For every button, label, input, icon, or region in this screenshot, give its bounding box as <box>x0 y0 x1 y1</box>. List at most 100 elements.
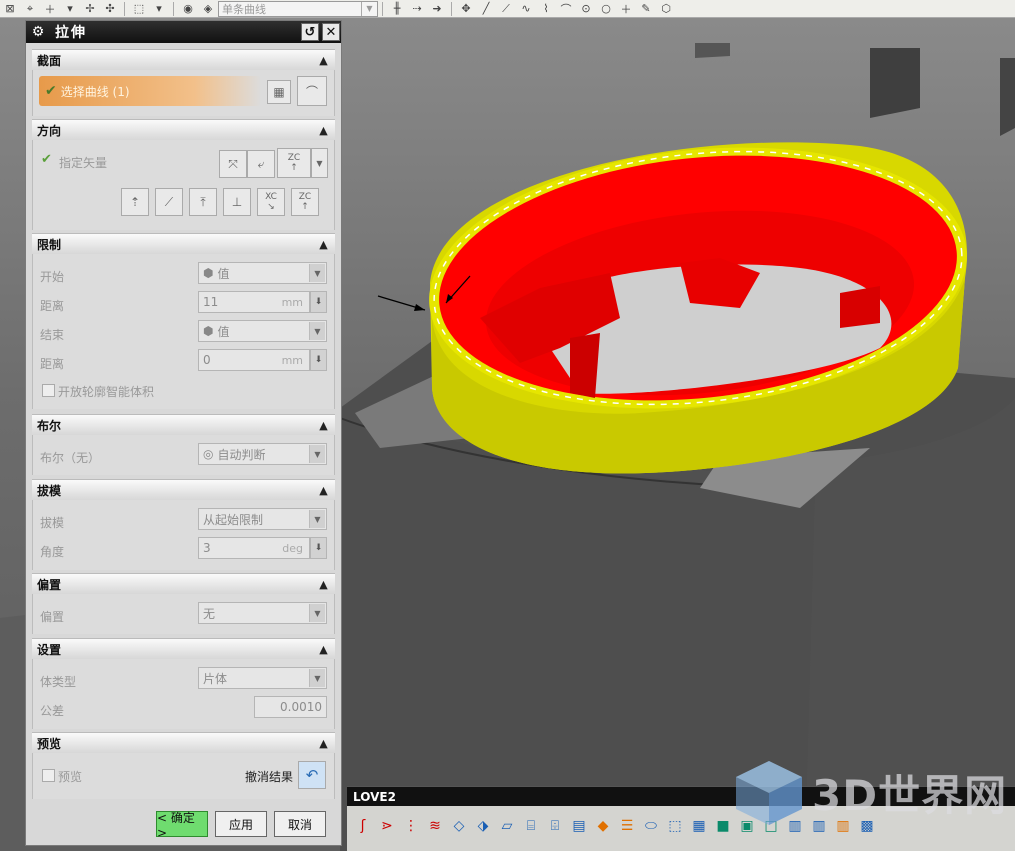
offset-select[interactable]: 无 ▼ <box>198 602 327 624</box>
arrow-down-icon[interactable]: ⬇ <box>310 537 327 559</box>
start-select[interactable]: ⬢ 值 ▼ <box>198 262 327 284</box>
gear-icon[interactable]: ⚙ <box>29 23 47 41</box>
chevron-down-icon[interactable]: ▼ <box>309 669 325 687</box>
rectangle-select-icon[interactable]: ⬚ <box>131 1 147 17</box>
curve-tool-icon[interactable]: ʃ <box>353 815 373 837</box>
arc-icon[interactable]: ⌒ <box>558 1 574 17</box>
chevron-down-icon[interactable]: ▾ <box>62 1 78 17</box>
sketch-section-icon[interactable]: ▦ <box>267 80 291 104</box>
reset-icon[interactable]: ↺ <box>301 23 319 41</box>
chevron-down-icon[interactable]: ▼ <box>309 264 325 282</box>
chevron-down-icon[interactable]: ▼ <box>309 445 325 463</box>
snap-settings-icon[interactable]: ✣ <box>102 1 118 17</box>
tolerance-input[interactable]: 0.0010 <box>254 696 327 718</box>
boolean-header[interactable]: 布尔 ▲ <box>32 414 335 435</box>
intersect-icon[interactable]: ╫ <box>389 1 405 17</box>
chevron-down-icon[interactable]: ▾ <box>151 1 167 17</box>
spline-icon[interactable]: ∿ <box>518 1 534 17</box>
chevron-up-icon[interactable]: ▲ <box>315 482 332 498</box>
inferred-vector-icon[interactable]: ⇡ <box>121 188 149 216</box>
snap-icon[interactable]: ✢ <box>82 1 98 17</box>
grid-surface-icon[interactable]: ▦ <box>689 815 709 837</box>
chevron-up-icon[interactable]: ▲ <box>315 417 332 433</box>
filter-icon[interactable]: ⊠ <box>2 1 18 17</box>
arrow-down-icon[interactable]: ⬇ <box>310 349 327 371</box>
cylinder-cut-icon[interactable]: ⌹ <box>545 815 565 837</box>
end-select[interactable]: ⬢ 值 ▼ <box>198 320 327 342</box>
chevron-up-icon[interactable]: ▲ <box>315 122 332 138</box>
chevron-up-icon[interactable]: ▲ <box>315 236 332 252</box>
zc-vector-icon[interactable]: ZC ↑ <box>277 148 311 178</box>
draft-header[interactable]: 拔模 ▲ <box>32 479 335 500</box>
sketch-icon[interactable]: ⬡ <box>658 1 674 17</box>
body-type-select[interactable]: 片体 ▼ <box>198 667 327 689</box>
settings-header[interactable]: 设置 ▲ <box>32 638 335 659</box>
end-distance-input[interactable]: 0 mm <box>198 349 310 371</box>
offset-curve-icon[interactable]: ≋ <box>425 815 445 837</box>
vector-dialog-icon[interactable]: ⤶ <box>247 150 275 178</box>
limits-header[interactable]: 限制 ▲ <box>32 233 335 254</box>
extract-icon[interactable]: ⬗ <box>473 815 493 837</box>
split-icon[interactable]: ⋮ <box>401 815 421 837</box>
point-icon[interactable]: ＋ <box>618 1 634 17</box>
point-dialog-icon[interactable]: ⌖ <box>22 1 38 17</box>
shade-icon[interactable]: ◉ <box>180 1 196 17</box>
select-curve-row[interactable]: ✔ 选择曲线 (1) <box>39 76 261 106</box>
chevron-down-icon[interactable]: ▼ <box>311 148 328 178</box>
cancel-button[interactable]: 取消 <box>274 811 326 837</box>
open-profile-checkbox[interactable] <box>42 384 55 397</box>
line-point-icon[interactable]: ⟋ <box>498 1 514 17</box>
reverse-direction-icon[interactable]: ⤧ <box>219 150 247 178</box>
circle-center-icon[interactable]: ○ <box>598 1 614 17</box>
solid-icon[interactable]: ■ <box>713 815 733 837</box>
line-icon[interactable]: ╱ <box>478 1 494 17</box>
undo-icon[interactable]: ↶ <box>298 761 326 789</box>
zc-vector-icon[interactable]: ZC ↑ <box>291 188 319 216</box>
move-icon[interactable]: ✥ <box>458 1 474 17</box>
chevron-up-icon[interactable]: ▲ <box>315 576 332 592</box>
branch-icon[interactable]: ⇢ <box>409 1 425 17</box>
section-header[interactable]: 截面 ▲ <box>32 49 335 70</box>
barrel-icon[interactable]: ⬭ <box>641 815 661 837</box>
apply-button[interactable]: 应用 <box>215 811 267 837</box>
close-icon[interactable]: ✕ <box>322 23 340 41</box>
cylinder-icon[interactable]: ⌸ <box>521 815 541 837</box>
preview-header[interactable]: 预览 ▲ <box>32 732 335 753</box>
chevron-down-icon[interactable]: ▼ <box>309 604 325 622</box>
pen-icon[interactable]: ✎ <box>638 1 654 17</box>
offset-header[interactable]: 偏置 ▲ <box>32 573 335 594</box>
preview-checkbox[interactable] <box>42 769 55 782</box>
boolean-select[interactable]: ◎ 自动判断 ▼ <box>198 443 327 465</box>
cube-icon[interactable]: ◈ <box>200 1 216 17</box>
chevron-down-icon[interactable]: ▼ <box>309 510 325 528</box>
chevron-down-icon[interactable]: ▼ <box>361 1 377 16</box>
arrow-right-icon[interactable]: ➜ <box>429 1 445 17</box>
sheet-icon[interactable]: ▱ <box>497 815 517 837</box>
chevron-up-icon[interactable]: ▲ <box>315 52 332 68</box>
xc-vector-icon[interactable]: XC ↘ <box>257 188 285 216</box>
curve-rule-select[interactable]: 单条曲线 ▼ <box>218 0 378 17</box>
curve-icon[interactable]: ⌒ <box>297 76 327 106</box>
draft-select[interactable]: 从起始限制 ▼ <box>198 508 327 530</box>
circle-icon[interactable]: ⊙ <box>578 1 594 17</box>
normal-vector-icon[interactable]: ⤒ <box>189 188 217 216</box>
plus-icon[interactable]: ＋ <box>42 1 58 17</box>
angle-input[interactable]: 3 deg <box>198 537 310 559</box>
direction-header[interactable]: 方向 ▲ <box>32 119 335 140</box>
chevron-up-icon[interactable]: ▲ <box>315 641 332 657</box>
layer-icon[interactable]: ☰ <box>617 815 637 837</box>
chevron-down-icon[interactable]: ▼ <box>309 322 325 340</box>
face-icon[interactable]: ◆ <box>593 815 613 837</box>
start-distance-input[interactable]: 11 mm <box>198 291 310 313</box>
mesh-surface-icon[interactable]: ▤ <box>569 815 589 837</box>
chevron-up-icon[interactable]: ▲ <box>315 735 332 751</box>
polyline-icon[interactable]: ⌇ <box>538 1 554 17</box>
face-normal-icon[interactable]: ⊥ <box>223 188 251 216</box>
arrow-down-icon[interactable]: ⬇ <box>310 291 327 313</box>
project-icon[interactable]: ◇ <box>449 815 469 837</box>
box-icon[interactable]: ⬚ <box>665 815 685 837</box>
two-point-icon[interactable]: ⟋ <box>155 188 183 216</box>
dialog-title-bar[interactable]: ⚙ 拉伸 ↺ ✕ <box>26 21 341 43</box>
ok-button[interactable]: < 确定 > <box>156 811 208 840</box>
trim-icon[interactable]: ⋗ <box>377 815 397 837</box>
